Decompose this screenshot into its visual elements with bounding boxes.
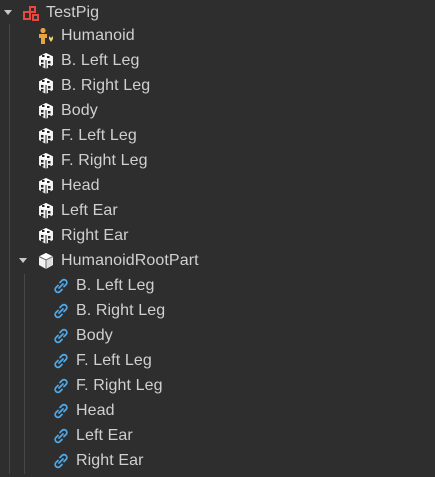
- tree-item-humanoid[interactable]: Humanoid: [0, 23, 435, 48]
- tree-item-label: B. Right Leg: [61, 77, 151, 94]
- tree-item-label: Left Ear: [76, 427, 133, 444]
- tree-item-part[interactable]: F. Left Leg: [0, 123, 435, 148]
- tree-item-label: Body: [76, 327, 113, 344]
- tree-item-label: TestPig: [46, 4, 100, 21]
- part-icon: [37, 102, 55, 120]
- tree-item-testpig[interactable]: TestPig: [0, 0, 435, 25]
- part-icon: [37, 127, 55, 145]
- tree-item-label: B. Left Leg: [76, 277, 155, 294]
- tree-item-humanoidrootpart[interactable]: HumanoidRootPart: [0, 248, 435, 273]
- tree-item-part[interactable]: Right Ear: [0, 223, 435, 248]
- tree-item-label: HumanoidRootPart: [61, 252, 199, 269]
- part-icon: [37, 77, 55, 95]
- tree-item-label: B. Left Leg: [61, 52, 140, 69]
- part-icon: [37, 202, 55, 220]
- tree-item-part[interactable]: Left Ear: [0, 198, 435, 223]
- part-icon: [37, 52, 55, 70]
- root-part-icon: [37, 252, 55, 270]
- motor-link-icon: [52, 302, 70, 320]
- tree-item-motor[interactable]: Head: [0, 398, 435, 423]
- tree-item-label: Right Ear: [76, 452, 144, 469]
- tree-item-label: Body: [61, 102, 98, 119]
- tree-item-label: B. Right Leg: [76, 302, 166, 319]
- tree-item-motor[interactable]: B. Left Leg: [0, 273, 435, 298]
- tree-item-label: Right Ear: [61, 227, 129, 244]
- tree-item-label: F. Right Leg: [61, 152, 148, 169]
- tree-item-motor[interactable]: Right Ear: [0, 448, 435, 473]
- motor-link-icon: [52, 327, 70, 345]
- explorer-tree: TestPig Humanoid B. Left Leg B. Right Le…: [0, 0, 435, 477]
- part-icon: [37, 227, 55, 245]
- tree-item-part[interactable]: F. Right Leg: [0, 148, 435, 173]
- tree-item-motor[interactable]: B. Right Leg: [0, 298, 435, 323]
- tree-item-label: F. Left Leg: [76, 352, 152, 369]
- tree-item-motor[interactable]: Left Ear: [0, 423, 435, 448]
- tree-item-label: Left Ear: [61, 202, 118, 219]
- model-icon: [22, 4, 40, 22]
- motor-link-icon: [52, 452, 70, 470]
- tree-item-motor[interactable]: F. Right Leg: [0, 373, 435, 398]
- tree-item-part[interactable]: B. Left Leg: [0, 48, 435, 73]
- tree-item-label: Head: [76, 402, 115, 419]
- tree-item-part[interactable]: B. Right Leg: [0, 73, 435, 98]
- tree-item-label: F. Left Leg: [61, 127, 137, 144]
- tree-item-label: Head: [61, 177, 100, 194]
- part-icon: [37, 152, 55, 170]
- expand-arrow-icon[interactable]: [4, 10, 12, 15]
- motor-link-icon: [52, 377, 70, 395]
- tree-item-motor[interactable]: F. Left Leg: [0, 348, 435, 373]
- motor-link-icon: [52, 352, 70, 370]
- motor-link-icon: [52, 402, 70, 420]
- expand-arrow-icon[interactable]: [19, 258, 27, 263]
- tree-item-part[interactable]: Head: [0, 173, 435, 198]
- motor-link-icon: [52, 277, 70, 295]
- humanoid-icon: [37, 27, 55, 45]
- part-icon: [37, 177, 55, 195]
- tree-item-motor[interactable]: Body: [0, 323, 435, 348]
- tree-item-label: Humanoid: [61, 27, 135, 44]
- tree-item-label: F. Right Leg: [76, 377, 163, 394]
- tree-item-part[interactable]: Body: [0, 98, 435, 123]
- motor-link-icon: [52, 427, 70, 445]
